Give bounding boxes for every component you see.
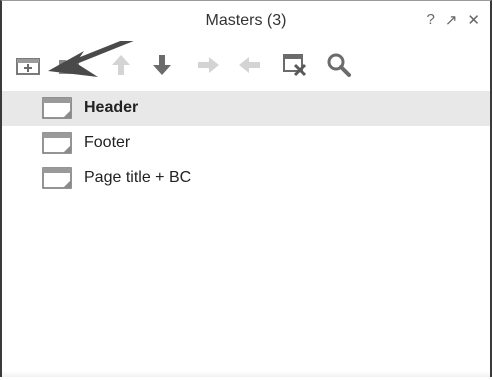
master-page-icon — [42, 167, 72, 189]
master-item-footer[interactable]: Footer — [2, 126, 490, 161]
masters-list: Header Footer Page title + BC — [2, 91, 490, 196]
popout-button[interactable]: ↗ — [445, 11, 458, 29]
search-button[interactable] — [324, 50, 354, 80]
add-master-icon — [16, 58, 40, 75]
search-icon — [327, 53, 351, 77]
arrow-up-icon — [112, 55, 130, 75]
move-down-button[interactable] — [147, 50, 177, 80]
indent-button[interactable] — [193, 50, 223, 80]
arrow-right-icon — [198, 57, 219, 73]
add-folder-icon — [59, 60, 79, 74]
close-button[interactable]: ✕ — [467, 11, 480, 29]
panel-titlebar: Masters (3) ? ↗ ✕ — [2, 1, 490, 41]
masters-panel: Masters (3) ? ↗ ✕ Header Footer Page tit… — [0, 0, 492, 377]
delete-master-icon — [283, 54, 307, 77]
panel-controls: ? ↗ ✕ — [427, 11, 481, 29]
master-item-header[interactable]: Header — [2, 91, 490, 126]
masters-toolbar — [2, 41, 490, 91]
outdent-button[interactable] — [235, 50, 265, 80]
help-button[interactable]: ? — [427, 11, 435, 29]
delete-master-button[interactable] — [280, 50, 310, 80]
move-up-button[interactable] — [106, 50, 136, 80]
panel-title: Masters (3) — [205, 12, 287, 29]
master-item-label: Footer — [84, 134, 131, 151]
arrow-left-icon — [239, 57, 260, 73]
master-page-icon — [42, 132, 72, 154]
master-item-label: Page title + BC — [84, 169, 192, 186]
add-master-button[interactable] — [14, 50, 44, 80]
master-item-page-title-bc[interactable]: Page title + BC — [2, 161, 490, 196]
panel-bottom-edge — [2, 371, 490, 377]
arrow-down-icon — [153, 55, 171, 75]
master-page-icon — [42, 97, 72, 119]
add-folder-button[interactable] — [54, 50, 84, 80]
master-item-label: Header — [84, 99, 139, 116]
